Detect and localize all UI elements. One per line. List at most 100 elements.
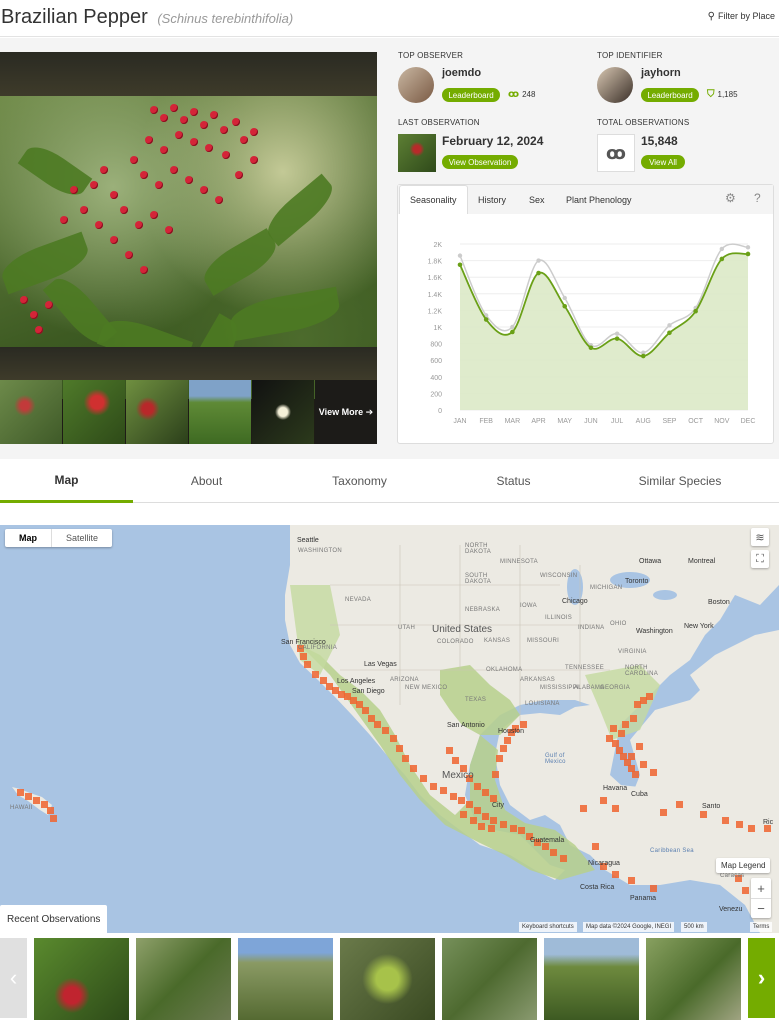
zoom-in-button[interactable]: +	[751, 878, 771, 898]
observation-cell	[470, 817, 477, 824]
map-label: NEVADA	[345, 597, 372, 603]
observation-cell	[474, 807, 481, 814]
zoom-out-button[interactable]: −	[751, 898, 771, 918]
photo-thumbnail[interactable]	[252, 380, 314, 444]
data-point-grey	[536, 258, 541, 263]
x-tick-label: MAR	[505, 418, 521, 425]
observation-cell	[560, 855, 567, 862]
top-observer-leaderboard-button[interactable]: Leaderboard	[442, 88, 500, 102]
tab-sex[interactable]: Sex	[519, 185, 555, 214]
section-tabs: Map About Taxonomy Status Similar Specie…	[0, 459, 779, 503]
y-tick-label: 1.6K	[428, 275, 443, 282]
tab-plant-phenology[interactable]: Plant Phenology	[556, 185, 642, 214]
filter-by-place-button[interactable]: ⚲ Filter by Place	[708, 11, 775, 22]
next-button[interactable]: ›	[748, 938, 775, 1018]
observation-cell	[482, 789, 489, 796]
binoculars-icon: ꝏ	[508, 89, 520, 100]
recent-observation-photo[interactable]	[238, 938, 333, 1020]
last-observation-thumbnail[interactable]	[398, 134, 436, 172]
map-label: Houston	[498, 728, 525, 735]
observation-cell	[592, 843, 599, 850]
data-point-grey	[745, 245, 751, 250]
previous-button[interactable]: ‹	[0, 938, 27, 1018]
data-point-grey	[614, 331, 620, 336]
recent-observation-photo[interactable]	[136, 938, 231, 1020]
data-point	[667, 330, 672, 336]
observation-cell	[410, 765, 417, 772]
map-label: OHIO	[610, 621, 627, 627]
observation-cell	[612, 805, 619, 812]
map-pin-icon: ⚲	[707, 11, 715, 22]
map-label: Los Angeles	[337, 678, 376, 685]
x-tick-label: JUN	[584, 418, 598, 425]
map-label: United States	[432, 624, 493, 635]
photo-thumbnail[interactable]	[0, 380, 62, 444]
terms-link[interactable]: Terms	[750, 922, 773, 932]
fullscreen-icon[interactable]: ⛶	[751, 550, 769, 568]
view-all-button[interactable]: View All	[641, 155, 685, 169]
observation-cell	[650, 885, 657, 892]
map-type-map-button[interactable]: Map	[5, 529, 51, 547]
data-point-grey	[457, 253, 463, 258]
map-label: San Antonio	[447, 722, 485, 729]
tab-map[interactable]: Map	[0, 459, 133, 503]
top-observer-avatar[interactable]	[398, 67, 434, 103]
map-label: Cuba	[631, 791, 648, 798]
top-observer-name[interactable]: joemdo	[442, 67, 481, 79]
data-point-grey	[667, 323, 672, 328]
observation-cell	[510, 825, 517, 832]
map-label: WASHINGTON	[298, 548, 343, 554]
top-identifier-name[interactable]: jayhorn	[641, 67, 681, 79]
map-label: Caracas	[720, 873, 745, 879]
keyboard-shortcuts-link[interactable]: Keyboard shortcuts	[519, 922, 577, 932]
view-more-button[interactable]: View More ➔	[315, 380, 377, 444]
observation-map[interactable]: Seattle WASHINGTON NORTH DAKOTA MINNESOT…	[0, 525, 779, 933]
tab-taxonomy[interactable]: Taxonomy	[293, 459, 426, 503]
recent-observation-photo[interactable]	[442, 938, 537, 1020]
top-identifier-leaderboard-button[interactable]: Leaderboard	[641, 88, 699, 102]
observation-cell	[396, 745, 403, 752]
help-icon[interactable]: ?	[754, 191, 761, 205]
map-label: Mexico	[442, 770, 474, 781]
observation-cell	[518, 827, 525, 834]
photo-thumbnail[interactable]	[189, 380, 251, 444]
layers-icon[interactable]: ≋	[751, 528, 769, 546]
observation-cell	[446, 747, 453, 754]
data-point	[640, 353, 646, 359]
map-label: SOUTH DAKOTA	[465, 573, 492, 585]
recent-observation-photo[interactable]	[34, 938, 129, 1020]
data-point	[693, 308, 698, 314]
observation-cell	[312, 671, 319, 678]
tab-status[interactable]: Status	[447, 459, 580, 503]
observation-cell	[612, 871, 619, 878]
tab-seasonality[interactable]: Seasonality	[399, 185, 468, 214]
photo-thumbnail[interactable]	[126, 380, 188, 444]
recent-observation-photo[interactable]	[340, 938, 435, 1020]
map-label: Las Vegas	[364, 661, 397, 668]
observation-cell	[17, 789, 24, 796]
chart-tabs: Seasonality History Sex Plant Phenology …	[398, 185, 773, 214]
tab-about[interactable]: About	[140, 459, 273, 503]
observation-cell	[660, 809, 667, 816]
shield-icon: ⛉	[707, 89, 715, 100]
recent-observation-photo[interactable]	[544, 938, 639, 1020]
map-label: New York	[684, 623, 714, 630]
photo-thumbnail[interactable]	[63, 380, 125, 444]
map-label: Costa Rica	[580, 884, 615, 891]
top-identifier-avatar[interactable]	[597, 67, 633, 103]
tab-history[interactable]: History	[468, 185, 516, 214]
tab-similar-species[interactable]: Similar Species	[600, 459, 760, 503]
map-label: Ric	[763, 819, 774, 826]
map-label: Havana	[603, 785, 628, 792]
observation-cell	[490, 795, 497, 802]
map-legend-button[interactable]: Map Legend	[716, 858, 771, 873]
map-type-satellite-button[interactable]: Satellite	[51, 529, 112, 547]
recent-observation-photo[interactable]	[646, 938, 741, 1020]
gear-icon[interactable]: ⚙	[725, 191, 736, 205]
map-label: Ottawa	[639, 558, 662, 565]
map-label: INDIANA	[578, 625, 605, 631]
map-label: MINNESOTA	[500, 559, 538, 565]
view-observation-button[interactable]: View Observation	[442, 155, 518, 169]
observation-cell	[500, 745, 507, 752]
top-identifier-count: ⛉ 1,185	[707, 89, 738, 100]
